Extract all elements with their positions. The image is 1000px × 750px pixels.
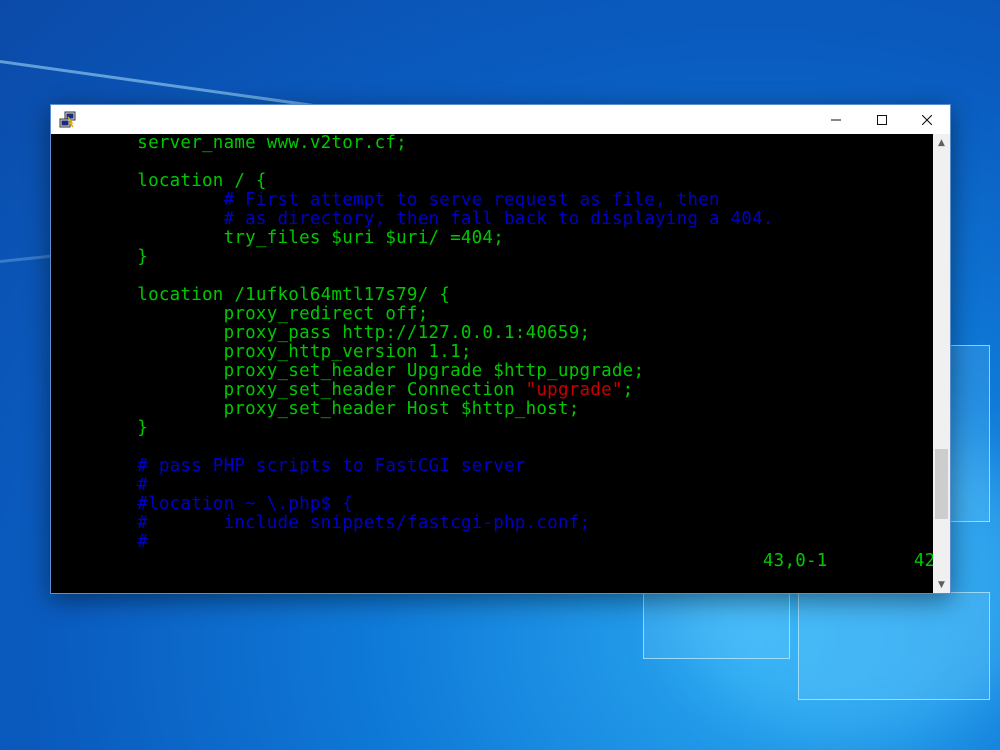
terminal-line: # pass PHP scripts to FastCGI server [51, 457, 526, 476]
maximize-button[interactable] [859, 105, 905, 134]
terminal-text: } [51, 418, 149, 438]
terminal-text: ; [622, 380, 634, 400]
scroll-up-arrow-icon[interactable]: ▲ [933, 134, 950, 151]
windows-logo-pane [643, 592, 790, 659]
terminal-line: server_name www.v2tor.cf; [51, 134, 407, 153]
terminal-text: location / { [51, 171, 267, 191]
terminal-line: # First attempt to serve request as file… [51, 191, 720, 210]
terminal-text: try_files $uri $uri/ =404; [51, 228, 505, 248]
terminal-window: server_name www.v2tor.cf; location / { #… [50, 104, 951, 594]
terminal-text: server_name www.v2tor.cf; [51, 134, 407, 153]
terminal-line: try_files $uri $uri/ =404; [51, 229, 504, 248]
terminal-text: # pass PHP scripts to FastCGI server [51, 456, 526, 476]
title-bar[interactable] [51, 105, 950, 134]
terminal-line: # [51, 476, 148, 495]
terminal-text: 43,0-1 42% [51, 551, 933, 571]
terminal-line: proxy_set_header Host $http_host; [51, 400, 580, 419]
terminal-line: # include snippets/fastcgi-php.conf; [51, 514, 590, 533]
terminal-line: # as directory, then fall back to displa… [51, 210, 774, 229]
windows-logo-pane [798, 592, 990, 700]
scroll-down-arrow-icon[interactable]: ▼ [933, 576, 950, 593]
terminal-line: proxy_redirect off; [51, 305, 429, 324]
terminal-text: # [51, 532, 149, 552]
terminal-text: "upgrade" [525, 380, 623, 400]
windows-logo-pane [950, 345, 990, 522]
close-button[interactable] [904, 105, 950, 134]
maximize-icon [877, 114, 887, 125]
terminal-line: } [51, 419, 148, 438]
terminal-line: proxy_set_header Connection "upgrade"; [51, 380, 634, 400]
scrollbar-thumb[interactable] [935, 449, 948, 520]
putty-icon [59, 111, 76, 128]
status-line: 43,0-1 42% [51, 552, 933, 571]
terminal-text: proxy_set_header Host $http_host; [51, 399, 580, 419]
terminal-line: proxy_pass http://127.0.0.1:40659; [51, 324, 590, 343]
terminal-text: #location ~ \.php$ { [51, 494, 354, 514]
terminal-text: # First attempt to serve request as file… [51, 190, 720, 210]
terminal-text: proxy_set_header Connection [51, 380, 526, 400]
terminal-text: # as directory, then fall back to displa… [51, 209, 774, 229]
terminal-text: proxy_redirect off; [51, 304, 429, 324]
terminal-screen[interactable]: server_name www.v2tor.cf; location / { #… [51, 134, 933, 593]
terminal-line: location /1ufkol64mtl17s79/ { [51, 286, 450, 305]
terminal-text: proxy_set_header Upgrade $http_upgrade; [51, 361, 645, 381]
minimize-button[interactable] [813, 105, 859, 134]
minimize-icon [831, 119, 841, 120]
terminal-line: } [51, 248, 148, 267]
terminal-text: # include snippets/fastcgi-php.conf; [51, 513, 591, 533]
terminal-line: location / { [51, 172, 267, 191]
terminal-text: # [51, 475, 149, 495]
terminal-text: location /1ufkol64mtl17s79/ { [51, 285, 451, 305]
vertical-scrollbar[interactable]: ▲ ▼ [933, 134, 950, 593]
terminal-line: # [51, 533, 148, 552]
terminal-text: proxy_http_version 1.1; [51, 342, 472, 362]
terminal-line: #location ~ \.php$ { [51, 495, 353, 514]
terminal-line: proxy_set_header Upgrade $http_upgrade; [51, 362, 644, 381]
terminal-line: proxy_http_version 1.1; [51, 343, 472, 362]
terminal-text: } [51, 247, 149, 267]
close-icon [922, 114, 932, 125]
terminal-text: proxy_pass http://127.0.0.1:40659; [51, 323, 591, 343]
